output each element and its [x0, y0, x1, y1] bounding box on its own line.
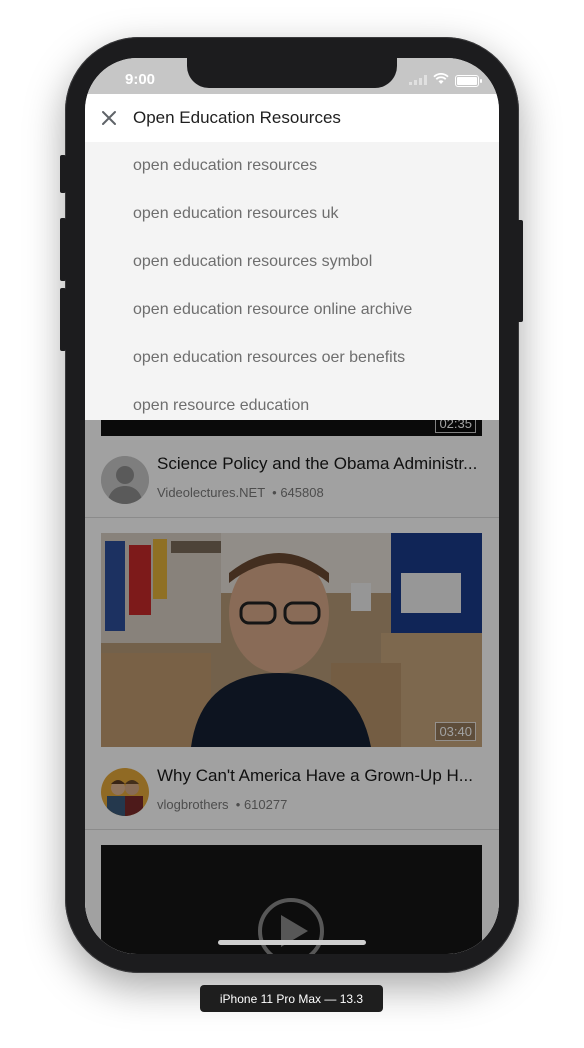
suggestion-item[interactable]: open education resources symbol	[85, 238, 499, 286]
search-bar: Open Education Resources	[85, 94, 499, 142]
suggestion-item[interactable]: open education resources	[85, 142, 499, 190]
volume-up-button	[60, 218, 66, 281]
suggestion-list: open education resources open education …	[85, 142, 499, 420]
suggestion-item[interactable]: open resource education	[85, 382, 499, 430]
close-button[interactable]	[85, 94, 133, 142]
status-icons	[409, 72, 482, 90]
battery-icon	[455, 75, 482, 87]
suggestion-item[interactable]: open education resources oer benefits	[85, 334, 499, 382]
close-icon	[102, 111, 116, 125]
suggestion-item[interactable]: open education resources uk	[85, 190, 499, 238]
power-button	[517, 220, 523, 322]
silent-switch	[60, 155, 66, 193]
signal-icon	[409, 72, 427, 90]
search-input[interactable]: Open Education Resources	[133, 108, 341, 128]
suggestion-item[interactable]: open education resource online archive	[85, 286, 499, 334]
wifi-icon	[433, 72, 449, 90]
volume-down-button	[60, 288, 66, 351]
device-label: iPhone 11 Pro Max — 13.3	[200, 985, 383, 1012]
screen: 9:00 02:35 Science Policy and the Obama …	[85, 58, 499, 954]
notch	[187, 56, 397, 88]
home-indicator[interactable]	[218, 940, 366, 945]
status-time: 9:00	[125, 71, 156, 88]
